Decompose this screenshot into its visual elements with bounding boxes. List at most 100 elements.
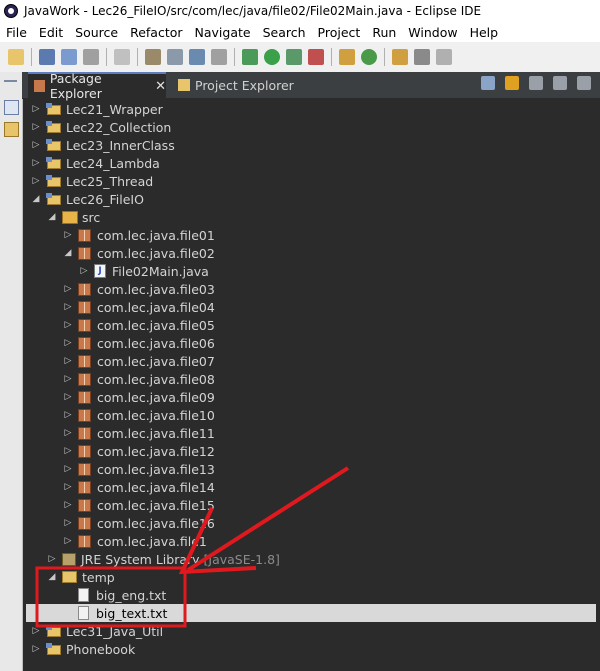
expand-icon[interactable]: ▷	[30, 104, 42, 114]
new-class-icon[interactable]	[361, 49, 377, 65]
menu-run[interactable]: Run	[372, 25, 396, 40]
run-icon[interactable]	[264, 49, 280, 65]
new-icon[interactable]	[8, 49, 24, 65]
tree-package[interactable]: ▷ com.lec.java.file06	[62, 334, 215, 352]
menu-window[interactable]: Window	[408, 25, 457, 40]
menu-refactor[interactable]: Refactor	[130, 25, 182, 40]
maximize-icon[interactable]	[577, 76, 591, 90]
expand-icon[interactable]: ▷	[46, 554, 58, 564]
tree-project[interactable]: ▷ Lec22_Collection	[30, 118, 172, 136]
window-title: JavaWork - Lec26_FileIO/src/com/lec/java…	[24, 4, 482, 18]
tree-project[interactable]: ▷ Lec31_Java_Util	[30, 622, 164, 640]
menu-edit[interactable]: Edit	[39, 25, 63, 40]
menu-navigate[interactable]: Navigate	[195, 25, 251, 40]
next-annotation-icon[interactable]	[436, 49, 452, 65]
minimize-icon[interactable]	[553, 76, 567, 90]
view-menu-icon[interactable]	[529, 76, 543, 90]
expand-icon[interactable]: ▷	[62, 518, 74, 528]
print-icon[interactable]	[83, 49, 99, 65]
save-all-icon[interactable]	[61, 49, 77, 65]
tree-file[interactable]: big_eng.txt	[62, 586, 166, 604]
tree-package[interactable]: ▷ com.lec.java.file05	[62, 316, 215, 334]
tree-java-file[interactable]: ▷ J File02Main.java	[78, 262, 209, 280]
tree-package[interactable]: ▷ com.lec.java.file03	[62, 280, 215, 298]
expand-icon[interactable]: ▷	[30, 626, 42, 636]
expand-icon[interactable]: ▷	[62, 320, 74, 330]
menu-search[interactable]: Search	[263, 25, 306, 40]
expand-icon[interactable]: ▷	[62, 302, 74, 312]
expand-icon[interactable]: ▷	[62, 374, 74, 384]
expand-icon[interactable]: ▷	[62, 284, 74, 294]
tree-project[interactable]: ▷ Lec24_Lambda	[30, 154, 160, 172]
tree-folder-expanded[interactable]: ◢ temp	[46, 568, 115, 586]
tree-package[interactable]: ▷ com.lec.java.file08	[62, 370, 215, 388]
tree-package[interactable]: ▷ com.lec.java.file13	[62, 460, 215, 478]
minimized-view-icon[interactable]	[4, 100, 19, 115]
save-icon[interactable]	[39, 49, 55, 65]
expand-icon[interactable]: ▷	[62, 428, 74, 438]
tree-package[interactable]: ▷ com.lec.java.file12	[62, 442, 215, 460]
highlight-icon[interactable]	[167, 49, 183, 65]
expand-icon[interactable]: ▷	[62, 500, 74, 510]
tree-package[interactable]: ▷ com.lec.java.file01	[62, 226, 215, 244]
expand-icon[interactable]: ▷	[30, 122, 42, 132]
tree-project[interactable]: ▷ Lec25_Thread	[30, 172, 154, 190]
tree-package[interactable]: ▷ com.lec.java.file15	[62, 496, 215, 514]
tree-package[interactable]: ▷ com.lec.java.file09	[62, 388, 215, 406]
collapse-icon[interactable]: ◢	[62, 248, 74, 258]
tree-jre-library[interactable]: ▷ JRE System Library [JavaSE-1.8]	[46, 550, 280, 568]
expand-icon[interactable]: ▷	[78, 266, 90, 276]
collapse-icon[interactable]: ◢	[46, 212, 58, 222]
tree-project[interactable]: ▷ Lec23_InnerClass	[30, 136, 175, 154]
tree-package[interactable]: ▷ com.lec.java.file10	[62, 406, 215, 424]
link-with-editor-icon[interactable]	[505, 76, 519, 90]
tree-project[interactable]: ▷ Lec21_Wrapper	[30, 100, 163, 118]
tree-package[interactable]: ▷ com.lec.java.file1	[62, 532, 207, 550]
tree-file-selected[interactable]: big_text.txt	[26, 604, 596, 622]
menu-source[interactable]: Source	[75, 25, 118, 40]
expand-icon[interactable]: ▷	[62, 536, 74, 546]
tree-source-folder[interactable]: ◢ src	[46, 208, 101, 226]
coverage-icon[interactable]	[286, 49, 302, 65]
tab-project-explorer[interactable]: Project Explorer	[172, 72, 322, 98]
show-whitespace-icon[interactable]	[211, 49, 227, 65]
collapse-all-icon[interactable]	[481, 76, 495, 90]
collapse-icon[interactable]: ◢	[46, 572, 58, 582]
skip-breakpoints-icon[interactable]	[114, 49, 130, 65]
tree-project-expanded[interactable]: ◢ Lec26_FileIO	[30, 190, 144, 208]
tree-package[interactable]: ▷ com.lec.java.file04	[62, 298, 215, 316]
expand-icon[interactable]: ▷	[30, 176, 42, 186]
expand-icon[interactable]: ▷	[62, 338, 74, 348]
tree-package[interactable]: ▷ com.lec.java.file14	[62, 478, 215, 496]
search-icon[interactable]	[414, 49, 430, 65]
debug-icon[interactable]	[242, 49, 258, 65]
package-explorer-icon[interactable]	[4, 122, 19, 137]
close-icon[interactable]: ✕	[155, 79, 166, 94]
expand-icon[interactable]: ▷	[62, 230, 74, 240]
expand-icon[interactable]: ▷	[62, 446, 74, 456]
tab-package-explorer[interactable]: Package Explorer ✕	[28, 71, 166, 101]
block-select-icon[interactable]	[189, 49, 205, 65]
tree-package-expanded[interactable]: ◢ com.lec.java.file02	[62, 244, 215, 262]
menu-file[interactable]: File	[6, 25, 27, 40]
tree-package[interactable]: ▷ com.lec.java.file11	[62, 424, 215, 442]
external-tools-icon[interactable]	[308, 49, 324, 65]
expand-icon[interactable]: ▷	[30, 644, 42, 654]
expand-icon[interactable]: ▷	[62, 482, 74, 492]
menu-help[interactable]: Help	[470, 25, 499, 40]
expand-icon[interactable]: ▷	[30, 158, 42, 168]
tree-project[interactable]: ▷ Phonebook	[30, 640, 136, 658]
tree-package[interactable]: ▷ com.lec.java.file07	[62, 352, 215, 370]
restore-icon[interactable]	[4, 80, 17, 82]
collapse-icon[interactable]: ◢	[30, 194, 42, 204]
open-type-icon[interactable]	[392, 49, 408, 65]
tree-package[interactable]: ▷ com.lec.java.file16	[62, 514, 215, 532]
new-java-project-icon[interactable]	[339, 49, 355, 65]
expand-icon[interactable]: ▷	[30, 140, 42, 150]
pin-icon[interactable]	[145, 49, 161, 65]
expand-icon[interactable]: ▷	[62, 410, 74, 420]
menu-project[interactable]: Project	[318, 25, 361, 40]
expand-icon[interactable]: ▷	[62, 392, 74, 402]
expand-icon[interactable]: ▷	[62, 356, 74, 366]
expand-icon[interactable]: ▷	[62, 464, 74, 474]
